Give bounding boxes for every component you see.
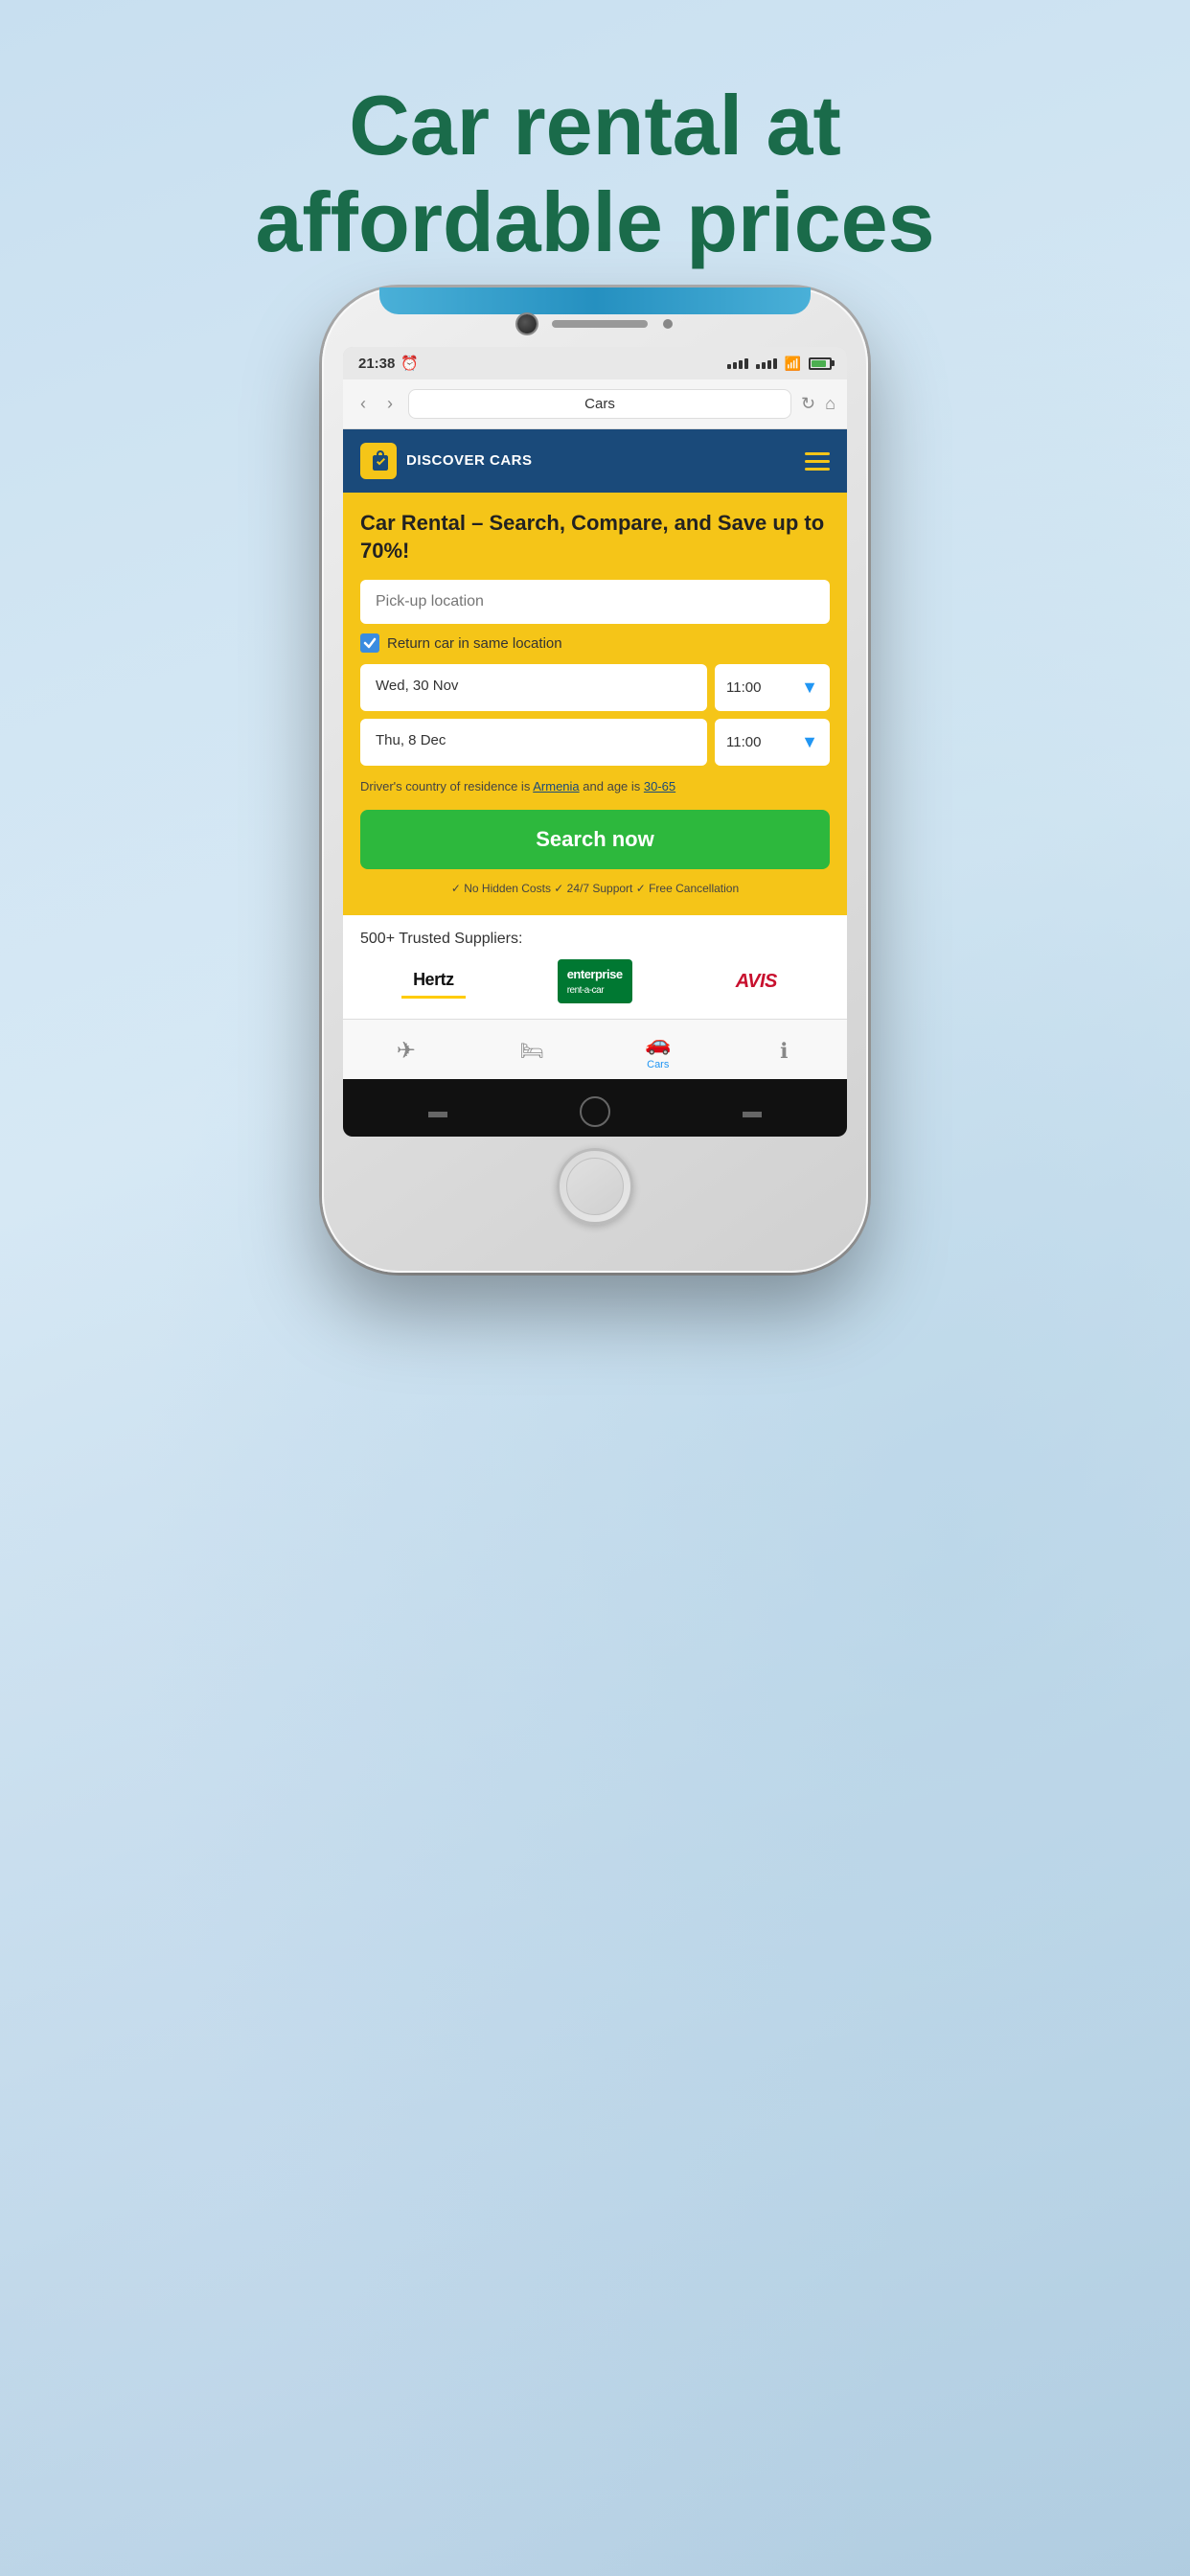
hamburger-bar-2 bbox=[805, 460, 830, 463]
return-time-field[interactable]: 11:00 ▼ bbox=[715, 719, 830, 766]
pickup-location-input[interactable] bbox=[360, 580, 830, 624]
logo-area: DISCOVER CARS bbox=[360, 443, 533, 479]
return-time-dropdown-icon: ▼ bbox=[801, 732, 818, 752]
phone-shell: 21:38 ⏰ bbox=[322, 288, 868, 1273]
pickup-date-field[interactable]: Wed, 30 Nov bbox=[360, 664, 707, 711]
driver-country-link[interactable]: Armenia bbox=[533, 779, 579, 794]
phone-camera bbox=[517, 314, 537, 334]
suppliers-section: 500+ Trusted Suppliers: Hertz enterprise… bbox=[343, 915, 847, 1019]
app-header: DISCOVER CARS bbox=[343, 429, 847, 493]
pickup-time-dropdown-icon: ▼ bbox=[801, 678, 818, 698]
hamburger-bar-1 bbox=[805, 452, 830, 455]
status-icons: 📶 bbox=[727, 356, 832, 372]
info-icon: ℹ bbox=[780, 1039, 788, 1064]
driver-info-text: Driver's country of residence is bbox=[360, 779, 530, 794]
search-now-button[interactable]: Search now bbox=[360, 810, 830, 869]
pickup-time-value: 11:00 bbox=[726, 679, 761, 696]
android-nav-bar: ▬ ▬ bbox=[343, 1079, 847, 1137]
cars-nav-label: Cars bbox=[647, 1059, 669, 1070]
nav-flights[interactable]: ✈ bbox=[378, 1037, 435, 1065]
phone-dot bbox=[663, 319, 673, 329]
android-recents-btn[interactable]: ▬ bbox=[743, 1101, 762, 1123]
signal-icon bbox=[727, 358, 748, 369]
android-back-btn[interactable]: ▬ bbox=[428, 1101, 447, 1123]
return-same-location-row: Return car in same location bbox=[360, 633, 830, 653]
hertz-logo: Hertz bbox=[401, 964, 466, 999]
time-display: 21:38 bbox=[358, 356, 395, 372]
cars-icon: 🚗 bbox=[645, 1031, 671, 1056]
nav-hotels[interactable]: 🛏 bbox=[503, 1039, 561, 1063]
wifi-icon: 📶 bbox=[785, 356, 801, 372]
hamburger-menu[interactable] bbox=[805, 452, 830, 471]
back-button[interactable]: ‹ bbox=[355, 392, 372, 416]
return-time-value: 11:00 bbox=[726, 734, 761, 750]
avis-logo: AVIS bbox=[724, 965, 789, 999]
alarm-icon: ⏰ bbox=[400, 355, 419, 372]
page-title: Car rental ataffordable prices bbox=[0, 77, 1190, 270]
supplier-logos-row: Hertz enterpriserent-a-car AVIS bbox=[360, 959, 830, 1003]
home-button[interactable]: ⌂ bbox=[825, 394, 835, 414]
hero-headline: Car Rental – Search, Compare, and Save u… bbox=[360, 510, 830, 564]
return-same-checkbox[interactable] bbox=[360, 633, 379, 653]
nav-cars[interactable]: 🚗 Cars bbox=[629, 1031, 687, 1070]
flights-icon: ✈ bbox=[397, 1037, 416, 1065]
battery-icon bbox=[809, 357, 832, 370]
driver-info: Driver's country of residence is Armenia… bbox=[360, 777, 830, 796]
logo-icon bbox=[360, 443, 397, 479]
phone-speaker bbox=[552, 320, 648, 328]
enterprise-logo: enterpriserent-a-car bbox=[558, 959, 632, 1003]
phone-screen: 21:38 ⏰ bbox=[343, 347, 847, 1137]
browser-navbar: ‹ › Cars ↻ ⌂ bbox=[343, 380, 847, 429]
bottom-navigation: ✈ 🛏 🚗 Cars ℹ bbox=[343, 1019, 847, 1080]
status-time: 21:38 ⏰ bbox=[358, 355, 419, 372]
phone-home-hardware-button[interactable] bbox=[557, 1148, 633, 1225]
trust-badges: ✓ No Hidden Costs ✓ 24/7 Support ✓ Free … bbox=[360, 881, 830, 897]
hero-section: Car Rental – Search, Compare, and Save u… bbox=[343, 493, 847, 915]
return-date-row: Thu, 8 Dec 11:00 ▼ bbox=[360, 719, 830, 766]
app-logo-text: DISCOVER CARS bbox=[406, 452, 533, 470]
hamburger-bar-3 bbox=[805, 468, 830, 471]
android-home-btn[interactable] bbox=[580, 1096, 610, 1127]
browser-url-bar[interactable]: Cars bbox=[408, 389, 791, 419]
driver-age-link[interactable]: 30-65 bbox=[644, 779, 675, 794]
refresh-button[interactable]: ↻ bbox=[801, 394, 815, 414]
return-date-field[interactable]: Thu, 8 Dec bbox=[360, 719, 707, 766]
phone-mockup: 21:38 ⏰ bbox=[322, 288, 868, 1273]
pickup-date-row: Wed, 30 Nov 11:00 ▼ bbox=[360, 664, 830, 711]
phone-home-button-inner bbox=[566, 1158, 624, 1215]
signal-icon-2 bbox=[756, 358, 777, 369]
suppliers-title: 500+ Trusted Suppliers: bbox=[360, 931, 830, 948]
status-bar: 21:38 ⏰ bbox=[343, 347, 847, 380]
nav-info[interactable]: ℹ bbox=[755, 1039, 812, 1064]
hotels-icon: 🛏 bbox=[520, 1039, 544, 1063]
phone-top-hardware bbox=[343, 314, 847, 334]
return-same-label: Return car in same location bbox=[387, 635, 562, 652]
forward-button[interactable]: › bbox=[381, 392, 399, 416]
pickup-time-field[interactable]: 11:00 ▼ bbox=[715, 664, 830, 711]
driver-info-and: and age is bbox=[583, 779, 644, 794]
